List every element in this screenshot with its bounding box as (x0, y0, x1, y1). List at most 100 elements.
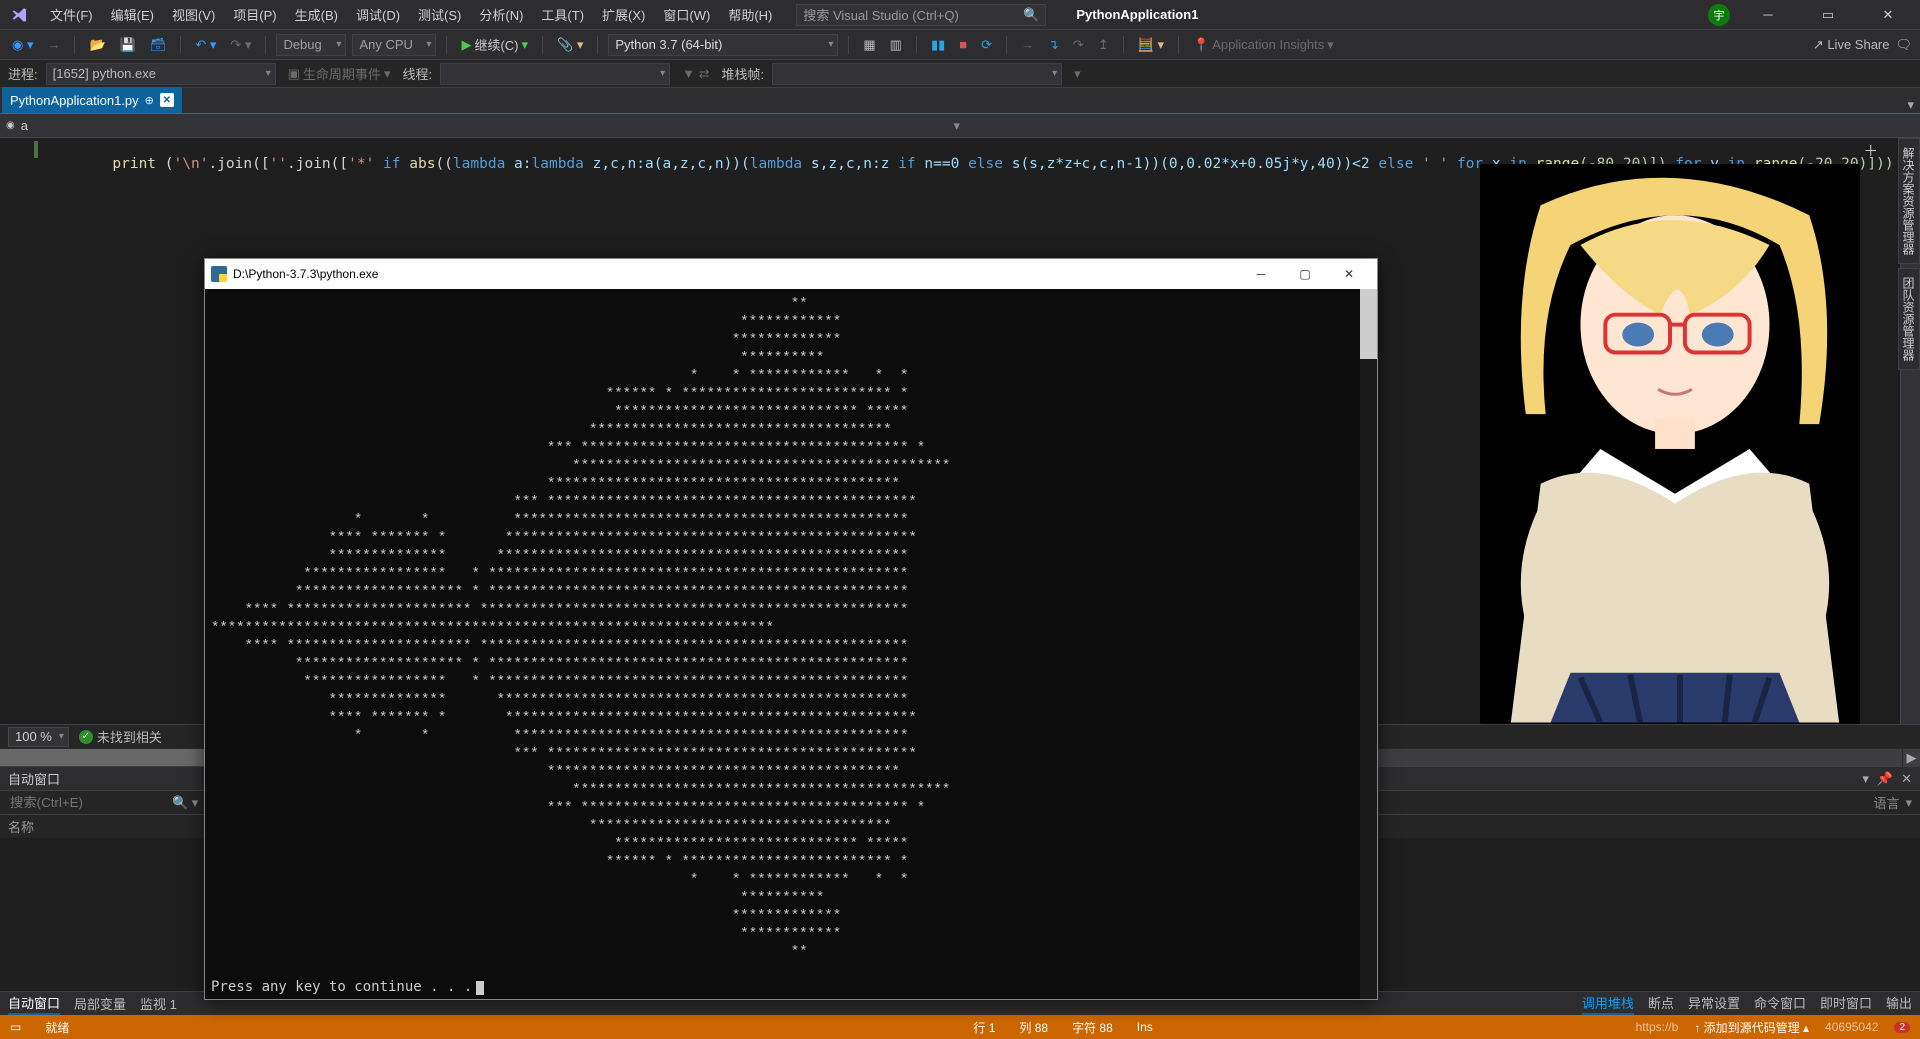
menu-edit[interactable]: 编辑(E) (103, 1, 162, 28)
console-close[interactable]: ✕ (1327, 260, 1371, 288)
status-line: 行 1 (973, 1019, 995, 1036)
tab-overflow-button[interactable]: ▾ (1907, 97, 1914, 113)
process-select[interactable]: [1652] python.exe (46, 63, 276, 85)
nav-back-button[interactable]: ◉ ▾ (8, 35, 37, 55)
background-image (1480, 164, 1860, 724)
status-bar: ▭ 就绪 行 1 列 88 字符 88 Ins https://b ↑ 添加到源… (0, 1015, 1920, 1039)
save-button[interactable]: 💾 (116, 35, 140, 55)
console-prompt: Press any key to continue . . . (211, 979, 484, 995)
tab-exceptions[interactable]: 异常设置 (1688, 993, 1740, 1015)
window-minimize[interactable]: ─ (1746, 1, 1790, 29)
main-toolbar: ◉ ▾ → 📂 💾 🗃 ↶ ▾ ↷ ▾ Debug Any CPU ▶ 继续(C… (0, 30, 1920, 60)
window-maximize[interactable]: ▭ (1806, 1, 1850, 29)
zoom-select[interactable]: 100 % (8, 727, 69, 747)
menu-test[interactable]: 测试(S) (410, 1, 469, 28)
h-scroll-right[interactable]: ▶ (1902, 749, 1920, 767)
error-status[interactable]: ✓ 未找到相关 (79, 727, 162, 746)
menu-view[interactable]: 视图(V) (164, 1, 223, 28)
step-over-button: ↷ (1069, 35, 1088, 55)
nav-fwd-button: → (43, 35, 64, 54)
python-icon (211, 266, 227, 282)
close-tab-button[interactable]: ✕ (160, 93, 174, 107)
open-file-button[interactable]: 📂 (85, 35, 109, 55)
thread-select[interactable] (440, 63, 670, 85)
menu-analyze[interactable]: 分析(N) (471, 1, 531, 28)
console-minimize[interactable]: ─ (1239, 260, 1283, 288)
menu-help[interactable]: 帮助(H) (720, 1, 780, 28)
side-tab-solution[interactable]: 解决方案资源管理器 (1898, 138, 1920, 264)
side-tab-team[interactable]: 团队资源管理器 (1898, 268, 1920, 370)
search-input[interactable]: 搜索 Visual Studio (Ctrl+Q) 🔍 (796, 4, 1046, 26)
thread-filter-button: ▼ ⇄ (678, 64, 713, 84)
status-char: 字符 88 (1072, 1019, 1113, 1036)
menu-bar: 文件(F) 编辑(E) 视图(V) 项目(P) 生成(B) 调试(D) 测试(S… (0, 0, 1920, 30)
undo-button[interactable]: ↶ ▾ (191, 35, 220, 55)
tab-immediate[interactable]: 即时窗口 (1820, 993, 1872, 1015)
editor-tabbar: PythonApplication1.py ⊕ ✕ ▾ (0, 88, 1920, 114)
layout2-button[interactable]: ▥ (886, 35, 906, 55)
menu-file[interactable]: 文件(F) (42, 1, 101, 28)
pause-button[interactable]: ▮▮ (927, 35, 949, 55)
config-select[interactable]: Debug (276, 34, 346, 56)
feedback-button[interactable]: 🗨 (1895, 37, 1912, 53)
tab-output[interactable]: 输出 (1886, 993, 1912, 1015)
menu-window[interactable]: 窗口(W) (655, 1, 718, 28)
language-dropdown-icon[interactable]: ▾ (1905, 795, 1912, 811)
panel-pin-icon[interactable]: 📌 (1877, 771, 1893, 787)
search-icon: 🔍 (1023, 7, 1039, 23)
layout1-button[interactable]: ▦ (859, 35, 879, 55)
liveshare-button[interactable]: ↗ Live Share (1813, 37, 1890, 53)
menu-build[interactable]: 生成(B) (287, 1, 346, 28)
panel-dropdown-icon[interactable]: ▾ (1862, 771, 1869, 787)
user-avatar[interactable]: 宇 (1708, 4, 1730, 26)
status-count: 40695042 (1825, 1020, 1878, 1034)
restart-button[interactable]: ⟳ (977, 35, 996, 55)
tab-callstack[interactable]: 调用堆栈 (1582, 993, 1634, 1015)
search-dropdown-icon[interactable]: 🔍 ▾ (172, 795, 198, 811)
console-title: D:\Python-3.7.3\python.exe (233, 267, 378, 281)
tab-breakpoints[interactable]: 断点 (1648, 993, 1674, 1015)
step-into-button[interactable]: ↴ (1044, 35, 1063, 55)
pin-icon[interactable]: ⊕ (145, 94, 154, 107)
search-placeholder: 搜索 Visual Studio (Ctrl+Q) (803, 5, 958, 24)
stackframe-select[interactable] (772, 63, 1062, 85)
interpreter-select[interactable]: Python 3.7 (64-bit) (608, 34, 838, 56)
h-scroll-thumb[interactable] (0, 749, 215, 766)
language-label: 语言 (1873, 793, 1899, 812)
menu-debug[interactable]: 调试(D) (348, 1, 408, 28)
insights-button[interactable]: 📍 Application Insights ▾ (1189, 35, 1338, 55)
console-maximize[interactable]: ▢ (1283, 260, 1327, 288)
platform-select[interactable]: Any CPU (352, 34, 436, 56)
tab-watch[interactable]: 监视 1 (140, 994, 177, 1013)
menu-extensions[interactable]: 扩展(X) (594, 1, 653, 28)
crumb-symbol[interactable]: a (21, 118, 28, 133)
menu-project[interactable]: 项目(P) (225, 1, 284, 28)
window-close[interactable]: ✕ (1866, 1, 1910, 29)
split-editor-button[interactable]: ＋ (1864, 140, 1879, 161)
tab-auto[interactable]: 自动窗口 (8, 993, 60, 1015)
panel-close-icon[interactable]: ✕ (1901, 771, 1912, 787)
console-titlebar[interactable]: D:\Python-3.7.3\python.exe ─ ▢ ✕ (205, 259, 1377, 289)
step-next-button: → (1017, 35, 1038, 54)
crumb-dropdown-icon[interactable]: ▾ (953, 118, 960, 134)
stop-button[interactable]: ■ (955, 35, 971, 54)
tab-command[interactable]: 命令窗口 (1754, 993, 1806, 1015)
console-scrollbar[interactable] (1360, 289, 1377, 999)
file-tab[interactable]: PythonApplication1.py ⊕ ✕ (2, 87, 182, 113)
status-ready-icon: ▭ (10, 1020, 21, 1034)
attach-button[interactable]: 📎 ▾ (553, 35, 587, 55)
breadcrumb: ◉ a ▾ (0, 114, 1920, 138)
save-all-button[interactable]: 🗃 (146, 35, 171, 55)
notification-badge[interactable]: 2 (1894, 1022, 1910, 1033)
continue-button[interactable]: ▶ 继续(C) ▾ (457, 33, 532, 56)
panel-search-input[interactable] (8, 794, 168, 811)
lifecycle-button: ▣ 生命周期事件 ▾ (284, 62, 395, 85)
status-source-control[interactable]: ↑ 添加到源代码管理 ▴ (1694, 1019, 1809, 1036)
console-scroll-thumb[interactable] (1360, 289, 1377, 359)
tab-locals[interactable]: 局部变量 (74, 994, 126, 1013)
menu-tools[interactable]: 工具(T) (533, 1, 592, 28)
console-body[interactable]: ** ************ ************* (205, 289, 1377, 999)
diag-button[interactable]: 🧮 ▾ (1134, 35, 1168, 55)
col-name: 名称 (8, 817, 34, 836)
gutter (34, 138, 52, 160)
